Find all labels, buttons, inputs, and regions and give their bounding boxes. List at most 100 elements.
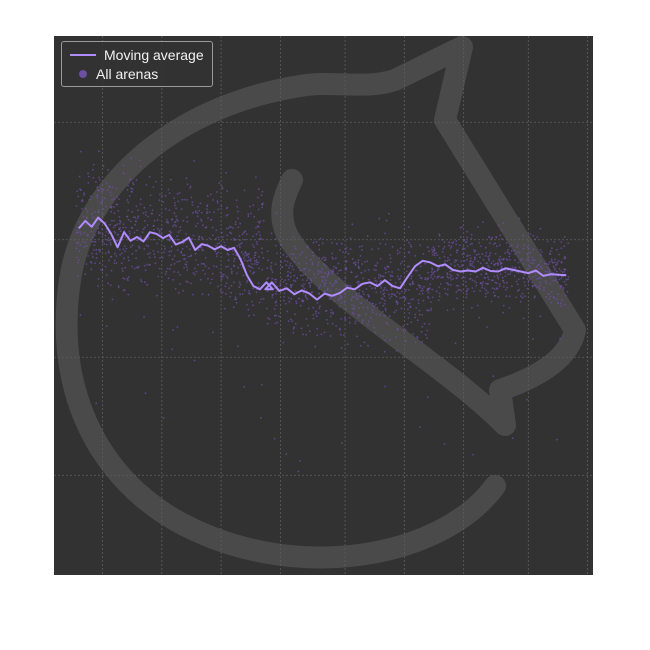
data-point [484,277,487,279]
data-point [358,295,360,297]
data-point [230,226,233,229]
data-point [166,218,168,221]
data-point [385,289,388,291]
data-point [107,237,110,239]
data-point [208,237,211,240]
data-point [164,248,166,250]
data-point [464,280,467,283]
data-point [95,248,98,251]
data-point [299,304,302,307]
data-point [109,284,112,286]
data-point [252,235,254,238]
data-point [123,172,125,175]
data-point [449,276,452,279]
data-point [355,294,358,297]
data-point [503,281,505,284]
data-point [215,265,218,268]
data-point [189,255,192,258]
data-point [443,246,446,248]
data-point [113,206,115,208]
data-point [399,275,402,278]
data-point [171,258,174,261]
data-point [78,259,80,261]
data-point [216,200,219,203]
data-point [325,309,328,312]
data-point [412,298,415,300]
data-point [223,307,226,310]
data-point [268,318,271,320]
data-point [270,267,272,270]
data-point [358,314,361,317]
data-point [531,281,534,284]
data-point [187,255,190,258]
data-point [468,254,471,257]
data-point [556,261,558,264]
data-point [354,261,357,264]
data-point [375,291,378,294]
data-point [109,256,112,258]
data-point [302,285,305,288]
data-point [98,189,100,192]
data-point [107,239,110,242]
data-point [421,340,423,343]
data-point [562,287,565,289]
data-point [567,242,570,245]
data-point [102,189,105,191]
data-point [431,253,434,256]
data-point [252,287,255,290]
data-point [555,279,558,281]
data-point [315,240,318,243]
data-point [382,304,385,307]
data-point [261,190,264,193]
data-point [515,280,518,283]
data-point [95,402,98,405]
data-point [173,223,176,226]
data-point [92,216,94,219]
data-point [373,269,375,271]
data-point [192,211,194,214]
data-point [127,259,130,262]
data-point [448,244,450,247]
data-point [145,184,148,186]
data-point [113,212,116,215]
data-point [389,257,392,260]
data-point [479,262,482,265]
data-point [391,245,394,248]
data-point [438,286,440,288]
data-point [177,271,180,274]
data-point [516,251,519,254]
data-point [485,289,488,292]
data-point [185,263,188,266]
data-point [204,226,207,229]
data-point [484,246,487,249]
data-point [142,212,145,215]
data-point [212,199,215,201]
data-point [505,295,508,298]
data-point [430,274,433,276]
data-point [232,253,235,256]
data-point [477,253,480,256]
data-point [378,273,380,276]
data-point [189,282,192,285]
data-point [201,293,204,296]
data-point [563,280,566,283]
data-point [94,234,96,237]
data-point [460,289,463,292]
data-point [405,288,408,291]
data-point [565,283,567,286]
data-point [284,260,286,262]
data-point [156,219,159,222]
data-point [393,311,396,314]
data-point [248,292,251,295]
data-point [496,268,499,271]
data-point [384,268,387,271]
data-point [215,252,218,255]
data-point [466,245,469,248]
data-point [194,267,196,270]
data-point [319,237,322,240]
data-point [308,282,311,285]
data-point [380,297,383,300]
data-point [550,301,553,304]
data-point [139,165,142,168]
data-point [360,272,363,274]
